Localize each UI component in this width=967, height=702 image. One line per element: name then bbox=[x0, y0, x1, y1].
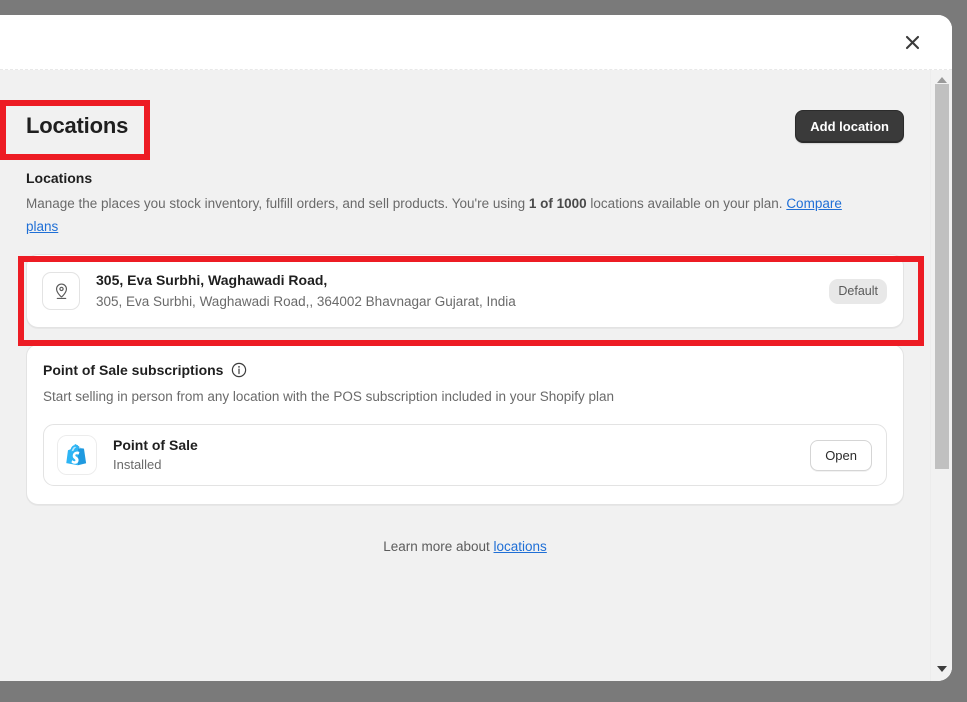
location-list-item[interactable]: 305, Eva Surbhi, Waghawadi Road, 305, Ev… bbox=[26, 254, 904, 329]
pos-subscriptions-card: Point of Sale subscriptions Start sellin… bbox=[26, 344, 904, 506]
locations-section-description: Manage the places you stock inventory, f… bbox=[26, 192, 856, 238]
close-icon[interactable] bbox=[898, 28, 926, 56]
location-text: 305, Eva Surbhi, Waghawadi Road, 305, Ev… bbox=[96, 270, 829, 313]
pos-app-status: Installed bbox=[113, 457, 162, 473]
vertical-scrollbar[interactable] bbox=[930, 70, 952, 681]
pos-app-row: Point of Sale Installed Open bbox=[43, 424, 887, 487]
locations-help-link[interactable]: locations bbox=[494, 539, 547, 554]
page-title: Locations bbox=[26, 113, 129, 138]
settings-content: Locations Add location Locations Manage … bbox=[0, 70, 930, 681]
pos-app-name: Point of Sale bbox=[113, 436, 198, 453]
pos-section-description: Start selling in person from any locatio… bbox=[43, 389, 615, 405]
info-circle-glyph bbox=[232, 363, 247, 378]
chevron-up-glyph bbox=[936, 77, 947, 83]
status-badge: Default bbox=[829, 279, 887, 304]
location-pin-icon bbox=[42, 272, 80, 311]
modal-body: Locations Add location Locations Manage … bbox=[0, 70, 952, 681]
shopify-pos-glyph bbox=[58, 436, 96, 475]
chevron-down-glyph bbox=[936, 666, 947, 672]
scrollbar-thumb[interactable] bbox=[935, 84, 949, 469]
pos-app-text: Point of Sale Installed bbox=[113, 436, 810, 475]
modal-header bbox=[0, 15, 952, 70]
description-part-2: locations available on your plan. bbox=[586, 196, 787, 211]
location-address: 305, Eva Surbhi, Waghawadi Road,, 364002… bbox=[96, 294, 516, 310]
description-part-1: Manage the places you stock inventory, f… bbox=[26, 196, 529, 211]
learn-more-prefix: Learn more about bbox=[383, 539, 494, 555]
page-header: Locations Add location bbox=[26, 108, 904, 144]
add-location-button[interactable]: Add location bbox=[795, 109, 904, 143]
shopify-pos-icon bbox=[57, 435, 97, 476]
info-circle-icon[interactable] bbox=[231, 362, 247, 378]
location-name: 305, Eva Surbhi, Waghawadi Road, bbox=[96, 272, 328, 289]
pos-section-title: Point of Sale subscriptions bbox=[43, 362, 224, 379]
open-pos-button[interactable]: Open bbox=[810, 439, 872, 471]
locations-usage-count: 1 of 1000 bbox=[528, 196, 587, 211]
location-pin-glyph bbox=[55, 283, 67, 299]
pos-card-header: Point of Sale subscriptions bbox=[43, 362, 887, 378]
close-icon-glyph bbox=[905, 35, 919, 49]
learn-more-note: Learn more about locations bbox=[26, 539, 904, 554]
chevron-down-icon[interactable] bbox=[931, 661, 952, 677]
locations-modal: Locations Add location Locations Manage … bbox=[0, 15, 952, 681]
locations-section-heading: Locations bbox=[26, 170, 93, 186]
